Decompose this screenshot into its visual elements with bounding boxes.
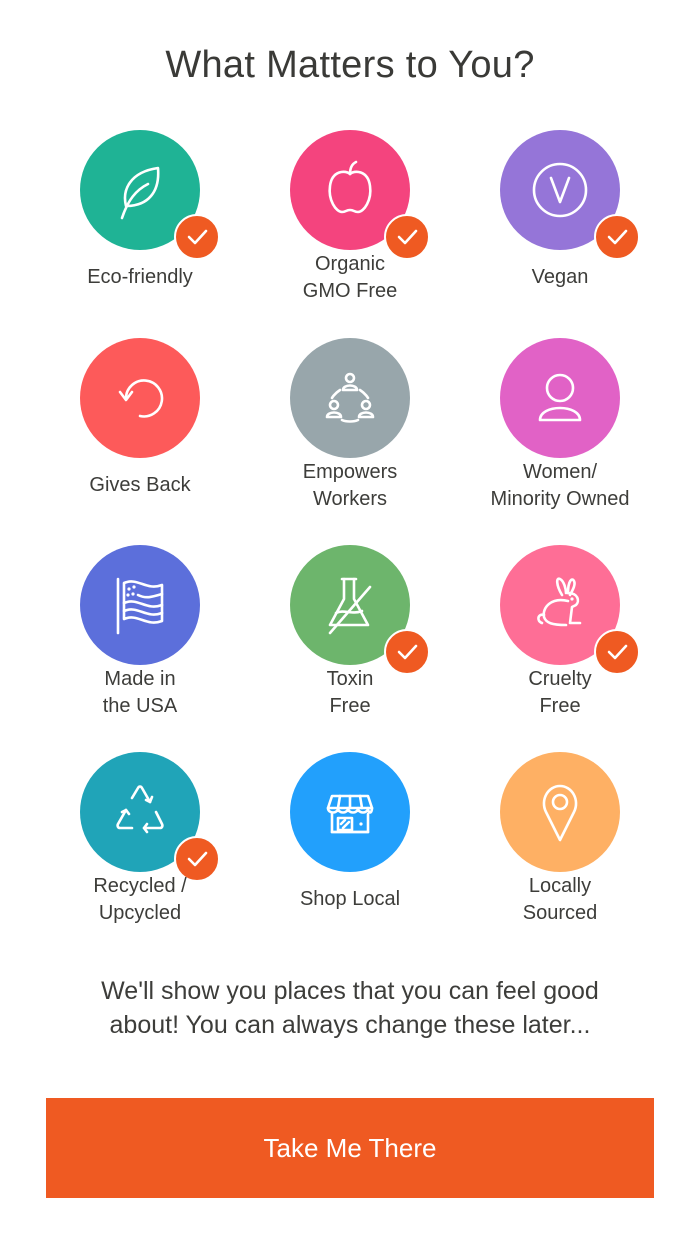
info-message-line-1: We'll show you places that you can feel … xyxy=(101,977,599,1005)
option-label-line: Workers xyxy=(312,488,388,510)
option-label-line: Free xyxy=(539,695,581,717)
option-eco-friendly[interactable]: Eco-friendly xyxy=(35,130,245,330)
option-label-line: Empowers xyxy=(302,461,398,483)
option-label-line: Locally xyxy=(528,875,592,897)
option-circle[interactable] xyxy=(500,338,620,458)
option-vegan[interactable]: Vegan xyxy=(455,130,665,330)
option-label: Shop Local xyxy=(245,886,455,913)
checkmark-icon xyxy=(594,214,640,260)
option-circle[interactable] xyxy=(80,338,200,458)
option-label-line: Toxin xyxy=(326,668,374,690)
info-message: We'll show you places that you can feel … xyxy=(40,974,660,1042)
people-network-icon xyxy=(312,360,388,436)
option-recycled-upcycled[interactable]: Recycled / Upcycled xyxy=(35,752,245,952)
person-icon xyxy=(522,360,598,436)
rabbit-icon xyxy=(522,567,598,643)
option-label: Women/Minority Owned xyxy=(455,459,665,513)
flask-crossed-icon xyxy=(312,567,388,643)
option-label: Eco-friendly xyxy=(35,264,245,291)
option-shop-local[interactable]: Shop Local xyxy=(245,752,455,952)
page-title: What Matters to You? xyxy=(165,44,535,86)
option-label-line: Free xyxy=(329,695,371,717)
us-flag-icon xyxy=(102,567,178,643)
circular-arrow-icon xyxy=(102,360,178,436)
vegan-v-icon xyxy=(522,152,598,228)
map-pin-icon xyxy=(522,774,598,850)
take-me-there-button[interactable]: Take Me There xyxy=(46,1098,654,1198)
option-label-line: Women/ xyxy=(522,461,598,483)
option-label: Cruelty Free xyxy=(455,666,665,720)
option-women-minority-owned[interactable]: Women/Minority Owned xyxy=(455,338,665,538)
option-circle[interactable] xyxy=(290,752,410,872)
option-gives-back[interactable]: Gives Back xyxy=(35,338,245,538)
option-circle[interactable] xyxy=(500,752,620,872)
option-label-line: Cruelty xyxy=(528,668,592,690)
leaf-icon xyxy=(102,152,178,228)
option-label: Recycled / Upcycled xyxy=(35,873,245,927)
option-label-line: Vegan xyxy=(531,266,589,288)
option-label-line: Organic xyxy=(314,253,386,275)
option-label: Gives Back xyxy=(35,472,245,499)
option-made-in-usa[interactable]: Made in the USA xyxy=(35,545,245,745)
option-label-line: Sourced xyxy=(522,902,598,924)
option-toxin-free[interactable]: Toxin Free xyxy=(245,545,455,745)
option-organic-gmo-free[interactable]: Organic GMO Free xyxy=(245,130,455,330)
option-locally-sourced[interactable]: Locally Sourced xyxy=(455,752,665,952)
apple-icon xyxy=(312,152,388,228)
option-label: Vegan xyxy=(455,264,665,291)
option-label: Organic GMO Free xyxy=(245,251,455,305)
recycle-icon xyxy=(102,774,178,850)
checkmark-icon xyxy=(174,214,220,260)
option-label: Made in the USA xyxy=(35,666,245,720)
option-cruelty-free[interactable]: Cruelty Free xyxy=(455,545,665,745)
option-label: Toxin Free xyxy=(245,666,455,720)
option-circle[interactable] xyxy=(290,338,410,458)
option-label-line: the USA xyxy=(102,695,178,717)
option-label-line: Minority Owned xyxy=(490,488,630,510)
option-label-line: GMO Free xyxy=(302,280,398,302)
option-label-line: Recycled / xyxy=(93,875,187,897)
option-label: Empowers Workers xyxy=(245,459,455,513)
option-label-line: Upcycled xyxy=(98,902,182,924)
storefront-icon xyxy=(312,774,388,850)
option-empowers-workers[interactable]: Empowers Workers xyxy=(245,338,455,538)
info-message-line-2: about! You can always change these later… xyxy=(109,1011,591,1039)
option-label-line: Made in xyxy=(104,668,176,690)
option-label: Locally Sourced xyxy=(455,873,665,927)
option-label-line: Gives Back xyxy=(89,474,191,496)
option-label-line: Eco-friendly xyxy=(87,266,193,288)
option-label-line: Shop Local xyxy=(299,888,401,910)
option-circle[interactable] xyxy=(80,545,200,665)
